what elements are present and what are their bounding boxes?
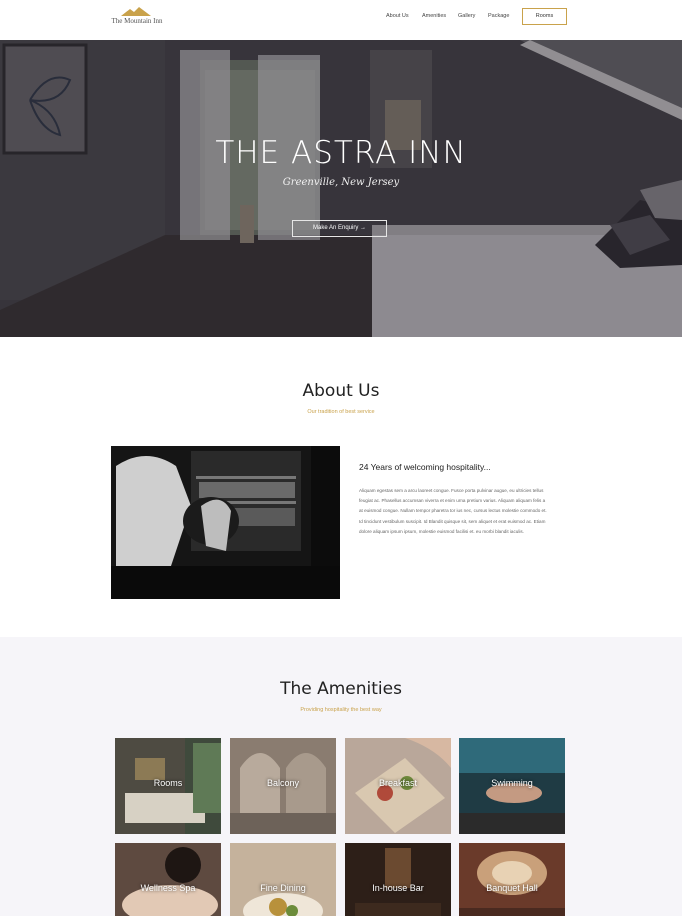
spa-image [115,843,221,916]
hero-bedroom-image [0,40,682,337]
about-tagline: Our tradition of best service [307,409,375,415]
about-photo [111,446,340,599]
site-logo[interactable]: The Mountain Inn [107,7,167,29]
amenity-label: Balcony [266,778,300,788]
nav-amenities[interactable]: Amenities [422,13,446,19]
amenity-label: Fine Dining [260,883,306,893]
logo-text: The Mountain Inn [111,17,163,25]
about-body: Aliquam egestas sem a arcu laoreet congu… [359,488,547,534]
amenity-tile-spa[interactable]: Wellness Spa [115,843,221,916]
rooms-button[interactable]: Rooms [522,8,567,25]
banquet-image [459,843,565,916]
amenity-label: Swimming [491,778,533,788]
about-title: About Us [302,381,380,401]
hero-banner: THE ASTRA INN Greenville, New Jersey Mak… [0,40,682,337]
nav-gallery[interactable]: Gallery [458,13,475,19]
amenity-tile-rooms[interactable]: Rooms [115,738,221,834]
amenities-title: The Amenities [280,679,402,699]
about-heading: 24 Years of welcoming hospitality... [359,462,491,472]
nav-package[interactable]: Package [488,13,509,19]
amenity-tile-banquet[interactable]: Banquet Hall [459,843,565,916]
hero-title: THE ASTRA INN [215,135,467,171]
dining-image [230,843,336,916]
bar-image [345,843,451,916]
amenity-tile-bar[interactable]: In-house Bar [345,843,451,916]
amenity-tile-balcony[interactable]: Balcony [230,738,336,834]
mountain-logo-icon [121,7,151,16]
amenity-tile-swimming[interactable]: Swimming [459,738,565,834]
enquiry-button[interactable]: Make An Enquiry → [292,220,387,237]
amenity-label: Breakfast [378,778,418,788]
amenity-label: Wellness Spa [140,883,196,893]
bartender-image [111,446,340,599]
amenities-tagline: Providing hospitality the best way [300,707,382,713]
nav-about[interactable]: About Us [386,13,409,19]
amenity-label: In-house Bar [372,883,424,893]
amenities-section: The Amenities Providing hospitality the … [0,637,682,916]
amenity-tile-breakfast[interactable]: Breakfast [345,738,451,834]
amenity-tile-dining[interactable]: Fine Dining [230,843,336,916]
amenity-label: Rooms [153,778,183,788]
amenity-label: Banquet Hall [486,883,538,893]
site-header: The Mountain Inn About Us Amenities Gall… [0,0,682,40]
hero-subtitle: Greenville, New Jersey [282,177,400,188]
